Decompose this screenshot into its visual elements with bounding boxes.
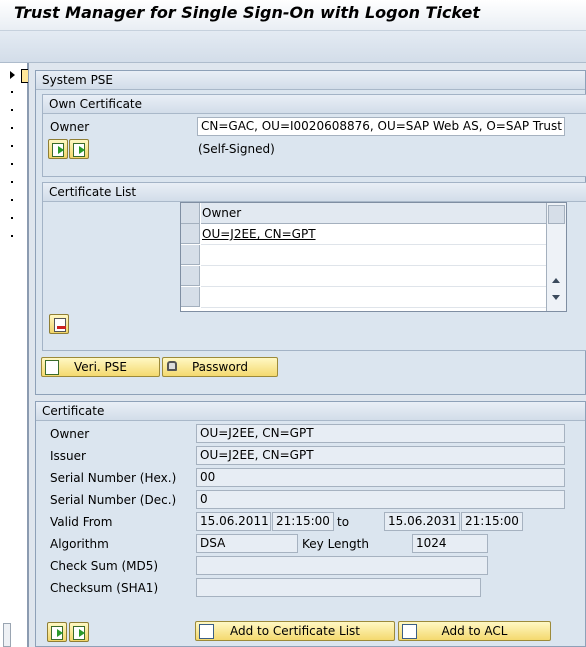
- window-title: Trust Manager for Single Sign-On with Lo…: [14, 3, 480, 22]
- valid-to-date-field[interactable]: 15.06.2031: [384, 512, 460, 531]
- add-to-certificate-list-label: Add to Certificate List: [229, 624, 361, 638]
- self-signed-label: (Self-Signed): [198, 142, 275, 156]
- serial-hex-label: Serial Number (Hex.): [50, 471, 177, 485]
- sha1-label: Checksum (SHA1): [50, 581, 159, 595]
- expand-arrow-icon[interactable]: [10, 71, 15, 79]
- tree-node[interactable]: [11, 217, 13, 219]
- veri-pse-label: Veri. PSE: [74, 360, 127, 374]
- valid-from-time-field[interactable]: 21:15:00: [272, 512, 334, 531]
- table-row[interactable]: OU=J2EE, CN=GPT: [201, 224, 547, 245]
- tree-node[interactable]: [11, 109, 13, 111]
- certificate-header: Certificate: [36, 402, 585, 421]
- scroll-up-icon[interactable]: [552, 278, 560, 283]
- tree-scrollbar[interactable]: [3, 623, 11, 647]
- tree-node-icon[interactable]: [21, 69, 28, 83]
- table-row[interactable]: [201, 266, 547, 287]
- tree-node[interactable]: [11, 127, 13, 129]
- add-to-acl-button[interactable]: Add to ACL: [398, 621, 551, 641]
- md5-label: Check Sum (MD5): [50, 559, 159, 573]
- table-row[interactable]: [201, 245, 547, 266]
- row-selector[interactable]: [181, 224, 200, 244]
- key-length-field[interactable]: 1024: [412, 534, 488, 553]
- algorithm-label: Algorithm: [50, 537, 109, 551]
- certificate-panel: Certificate Owner OU=J2EE, CN=GPT Issuer…: [35, 401, 586, 647]
- add-to-certificate-list-button[interactable]: Add to Certificate List: [195, 621, 395, 641]
- key-length-label: Key Length: [302, 537, 369, 551]
- own-certificate-owner-field[interactable]: CN=GAC, OU=I0020608876, OU=SAP Web AS, O…: [197, 117, 565, 136]
- row-selector[interactable]: [181, 287, 200, 307]
- import-arrow-icon: [58, 146, 64, 154]
- tree-node[interactable]: [11, 145, 13, 147]
- export-arrow-icon: [79, 629, 85, 637]
- md5-field[interactable]: [196, 556, 488, 575]
- column-settings-icon[interactable]: [548, 205, 565, 224]
- algorithm-field[interactable]: DSA: [196, 534, 298, 553]
- system-pse-panel: System PSE Own Certificate Owner CN=GAC,…: [35, 70, 586, 395]
- owner-label: Owner: [50, 120, 90, 134]
- import-button[interactable]: [48, 139, 68, 159]
- serial-dec-field[interactable]: 0: [196, 490, 565, 509]
- tree-node[interactable]: [11, 235, 13, 237]
- application-toolbar: [0, 30, 586, 63]
- delete-mark-icon: [57, 326, 66, 329]
- table-scrollbar[interactable]: [546, 203, 566, 311]
- cert-owner-field[interactable]: OU=J2EE, CN=GPT: [196, 424, 565, 443]
- navigation-tree[interactable]: [0, 63, 29, 647]
- export-arrow-icon: [79, 146, 85, 154]
- cert-import-button[interactable]: [47, 622, 67, 642]
- to-label: to: [337, 515, 350, 529]
- issuer-label: Issuer: [50, 449, 86, 463]
- serial-hex-field[interactable]: 00: [196, 468, 565, 487]
- certificate-list-header: Certificate List: [43, 183, 586, 202]
- serial-dec-label: Serial Number (Dec.): [50, 493, 177, 507]
- tree-node[interactable]: [11, 199, 13, 201]
- issuer-field[interactable]: OU=J2EE, CN=GPT: [196, 446, 565, 465]
- import-arrow-icon: [57, 629, 63, 637]
- valid-to-time-field[interactable]: 21:15:00: [461, 512, 523, 531]
- cert-export-button[interactable]: [69, 622, 89, 642]
- cert-owner-label: Owner: [50, 427, 90, 441]
- scroll-down-icon[interactable]: [552, 295, 560, 300]
- import-icon: [45, 360, 59, 375]
- add-to-acl-icon: [402, 624, 417, 639]
- table-select-all[interactable]: [181, 203, 200, 224]
- certificate-table[interactable]: Owner OU=J2EE, CN=GPT: [180, 202, 567, 312]
- delete-icon: [54, 318, 66, 332]
- sha1-field[interactable]: [196, 578, 481, 597]
- owner-column-header[interactable]: Owner: [201, 203, 547, 224]
- veri-pse-button[interactable]: Veri. PSE: [41, 357, 160, 377]
- password-label: Password: [191, 360, 249, 374]
- system-pse-header: System PSE: [36, 71, 585, 90]
- tree-node[interactable]: [11, 163, 13, 165]
- row-selector[interactable]: [181, 266, 200, 286]
- delete-entry-button[interactable]: [49, 314, 69, 334]
- own-certificate-group: Own Certificate Owner CN=GAC, OU=I002060…: [42, 94, 586, 177]
- tree-node[interactable]: [11, 91, 13, 93]
- export-button[interactable]: [69, 139, 89, 159]
- lock-icon: [167, 361, 177, 371]
- add-to-list-icon: [199, 624, 214, 639]
- row-selector[interactable]: [181, 245, 200, 265]
- tree-node[interactable]: [11, 181, 13, 183]
- table-row[interactable]: [201, 287, 547, 308]
- title-bar: Trust Manager for Single Sign-On with Lo…: [0, 0, 586, 30]
- password-button[interactable]: Password: [162, 357, 278, 377]
- own-certificate-header: Own Certificate: [43, 95, 586, 114]
- valid-from-date-field[interactable]: 15.06.2011: [196, 512, 271, 531]
- valid-from-label: Valid From: [50, 515, 113, 529]
- add-to-acl-label: Add to ACL: [441, 624, 508, 638]
